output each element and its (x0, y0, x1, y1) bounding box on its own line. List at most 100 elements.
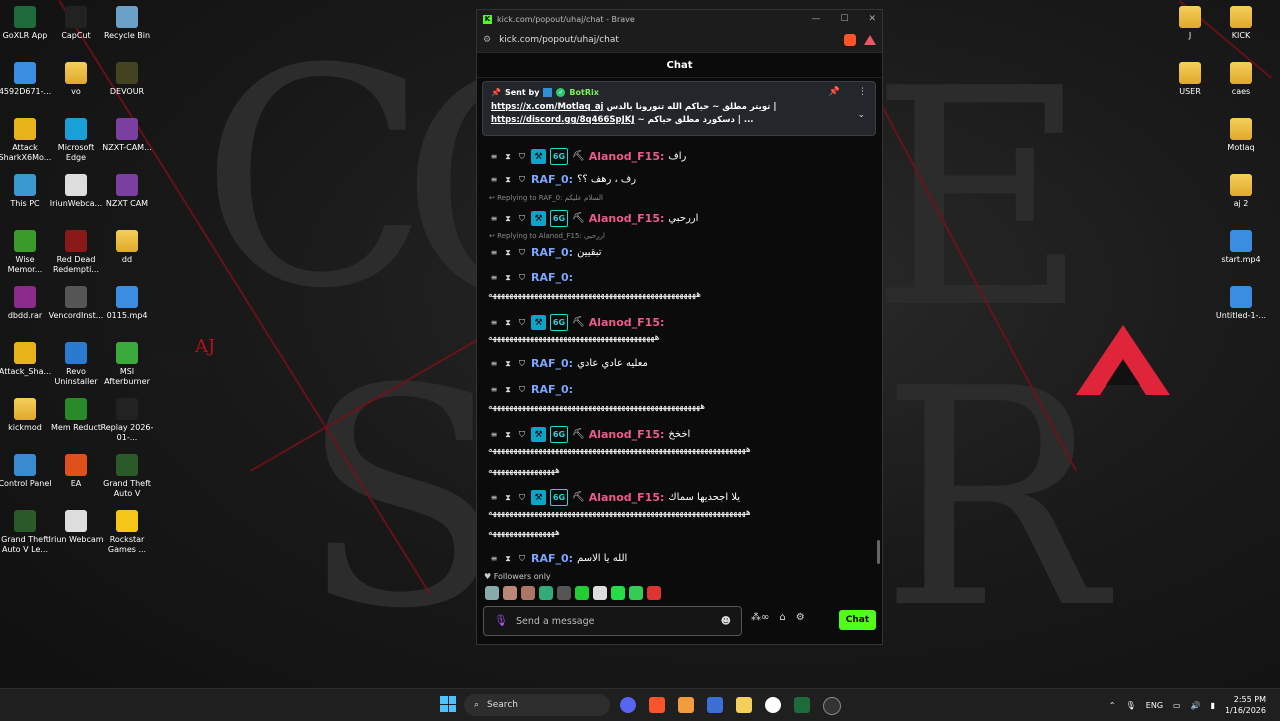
desktop-icon[interactable]: Attack_Sha... (0, 342, 53, 377)
username[interactable]: Alanod_F15: (589, 491, 665, 504)
desktop-icon[interactable]: Untitled-1-... (1213, 286, 1269, 321)
desktop-icon[interactable]: Grand Theft Auto V Le... (0, 510, 53, 555)
desktop-icon[interactable]: start.mp4 (1213, 230, 1269, 265)
desktop-icon[interactable]: VencordInst... (48, 286, 104, 321)
emote-7[interactable] (593, 586, 607, 600)
volume-icon[interactable]: 🔊 (1191, 701, 1201, 710)
ban-icon[interactable]: ⛉ (517, 359, 527, 369)
app-globe-icon[interactable] (823, 697, 841, 715)
language-indicator[interactable]: ENG (1146, 701, 1163, 710)
desktop-icon[interactable]: 0115.mp4 (99, 286, 155, 321)
ban-icon[interactable]: ⛉ (517, 152, 527, 162)
timeout-icon[interactable]: ⧗ (503, 273, 513, 283)
chat-message[interactable]: ≡ ⧗ ⛉ RAF_0: معليه عادي عادي (489, 357, 869, 370)
trash-icon[interactable]: ≡ (489, 273, 499, 283)
chat-message[interactable]: ≡ ⧗ ⛉ RAF_0: تبقيين (489, 246, 869, 259)
goxlr-taskbar-icon[interactable] (794, 697, 810, 713)
chat-scrollbar[interactable] (877, 540, 880, 564)
emote-3[interactable] (521, 586, 535, 600)
username[interactable]: Alanod_F15: (589, 212, 665, 225)
chat-message[interactable]: ≡ ⧗ ⛉ ⚒ 6G ⛏ Alanod_F15: اخخخ (489, 426, 869, 443)
ban-icon[interactable]: ⛉ (517, 430, 527, 440)
ban-icon[interactable]: ⛉ (517, 385, 527, 395)
trash-icon[interactable]: ≡ (489, 152, 499, 162)
desktop-icon[interactable]: Motlaq (1213, 118, 1269, 153)
username[interactable]: RAF_0: (531, 173, 573, 186)
ban-icon[interactable]: ⛉ (517, 175, 527, 185)
desktop-icon[interactable]: NZXT CAM (99, 174, 155, 209)
desktop-icon[interactable]: Rockstar Games ... (99, 510, 155, 555)
trash-icon[interactable]: ≡ (489, 493, 499, 503)
desktop-icon[interactable]: NZXT-CAM... (99, 118, 155, 153)
points-icon[interactable]: ⁂∞ (751, 612, 769, 623)
reply-context[interactable]: ↩ Replying to Alanod_F15: اررحبي (489, 232, 605, 240)
desktop-icon[interactable]: Iriun Webcam (48, 510, 104, 545)
desktop-icon[interactable]: Red Dead Redempti... (48, 230, 104, 275)
reply-context[interactable]: ↩ Replying to RAF_0: السلام عليكم (489, 194, 603, 202)
trash-icon[interactable]: ≡ (489, 385, 499, 395)
unpin-icon[interactable]: 📌 (829, 87, 840, 97)
desktop-icon[interactable]: KICK (1213, 6, 1269, 41)
username[interactable]: RAF_0: (531, 552, 573, 565)
discord-icon[interactable] (620, 697, 636, 713)
ban-icon[interactable]: ⛉ (517, 214, 527, 224)
trash-icon[interactable]: ≡ (489, 430, 499, 440)
brave-icon[interactable] (649, 697, 665, 713)
desktop-icon[interactable]: Revo Uninstaller (48, 342, 104, 387)
emote-4[interactable] (539, 586, 553, 600)
maximize-button[interactable]: ☐ (840, 14, 848, 24)
desktop-icon[interactable]: caes (1213, 62, 1269, 97)
desktop-icon[interactable]: IriunWebca... (48, 174, 104, 209)
timeout-icon[interactable]: ⧗ (503, 359, 513, 369)
emote-5[interactable] (557, 586, 571, 600)
timeout-icon[interactable]: ⧗ (503, 248, 513, 258)
username[interactable]: Alanod_F15: (589, 316, 665, 329)
ban-icon[interactable]: ⛉ (517, 273, 527, 283)
desktop-icon[interactable]: kickmod (0, 398, 53, 433)
emote-1[interactable] (485, 586, 499, 600)
bot-name[interactable]: BotRix (569, 88, 598, 97)
network-icon[interactable]: ▭ (1173, 701, 1181, 710)
username[interactable]: RAF_0: (531, 271, 573, 284)
gift-icon[interactable]: ⌂ (779, 612, 785, 623)
desktop-icon[interactable]: GoXLR App (0, 6, 53, 41)
emote-10[interactable] (647, 586, 661, 600)
ban-icon[interactable]: ⛉ (517, 493, 527, 503)
chat-message[interactable]: ≡ ⧗ ⛉ ⚒ 6G ⛏ Alanod_F15: (489, 314, 869, 331)
desktop-icon[interactable]: Microsoft Edge (48, 118, 104, 163)
timeout-icon[interactable]: ⧗ (503, 175, 513, 185)
timeout-icon[interactable]: ⧗ (503, 430, 513, 440)
clock[interactable]: 2:55 PM 1/16/2026 (1225, 694, 1266, 716)
minimize-button[interactable]: — (811, 14, 820, 24)
emote-9[interactable] (629, 586, 643, 600)
timeout-icon[interactable]: ⧗ (503, 385, 513, 395)
desktop-icon[interactable]: EA (48, 454, 104, 489)
emote-8[interactable] (611, 586, 625, 600)
close-button[interactable]: ✕ (868, 14, 876, 24)
desktop-icon[interactable]: dbdd.rar (0, 286, 53, 321)
desktop-icon[interactable]: Recycle Bin (99, 6, 155, 41)
chat-message[interactable]: ≡ ⧗ ⛉ RAF_0: رف ، رهف ؟؟ (489, 173, 869, 186)
start-button[interactable] (440, 696, 456, 712)
iriun-taskbar-icon[interactable] (765, 697, 781, 713)
pinned-message[interactable]: 📌 Sent by ✓ BotRix 📌 ⋮ ⌄ https://x.com/M… (482, 81, 876, 136)
url-text[interactable]: kick.com/popout/uhaj/chat (499, 35, 619, 45)
desktop-icon[interactable]: aj 2 (1213, 174, 1269, 209)
ban-icon[interactable]: ⛉ (517, 248, 527, 258)
desktop-icon[interactable]: J (1162, 6, 1218, 41)
emoji-icon[interactable]: ☻ (721, 616, 731, 627)
ban-icon[interactable]: ⛉ (517, 554, 527, 564)
taskbar-search[interactable]: ⌕ Search (464, 694, 610, 716)
trash-icon[interactable]: ≡ (489, 359, 499, 369)
trash-icon[interactable]: ≡ (489, 248, 499, 258)
timeout-icon[interactable]: ⧗ (503, 554, 513, 564)
desktop-icon[interactable]: dd (99, 230, 155, 265)
desktop-icon[interactable]: Attack SharkX6Mo... (0, 118, 53, 163)
ban-icon[interactable]: ⛉ (517, 318, 527, 328)
site-settings-icon[interactable]: ⚙ (483, 35, 491, 45)
file-explorer-icon[interactable] (736, 697, 752, 713)
chat-message[interactable]: ≡ ⧗ ⛉ RAF_0: الله يا الاسم (489, 552, 869, 565)
chat-message[interactable]: ≡ ⧗ ⛉ RAF_0: (489, 271, 869, 284)
desktop-icon[interactable]: This PC (0, 174, 53, 209)
mic-tray-icon[interactable]: 🎙 (1126, 701, 1136, 710)
